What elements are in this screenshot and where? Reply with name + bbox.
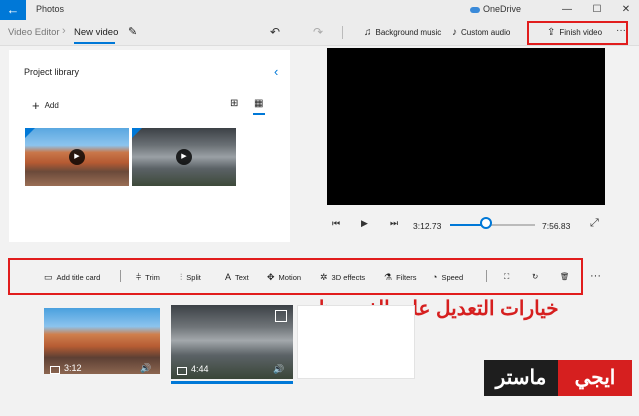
add-title-card-button[interactable]: ▭ Add title card: [44, 272, 100, 283]
background-music-button[interactable]: ♫ Background music: [364, 27, 441, 38]
add-label: Add: [44, 101, 59, 110]
split-icon: ⫶: [180, 272, 183, 282]
music-note-icon: ♫: [364, 27, 372, 38]
skip-forward-icon[interactable]: ⏭: [390, 218, 398, 229]
app-title: Photos: [36, 4, 65, 14]
tools-divider: [120, 270, 121, 282]
play-icon: ▶: [69, 149, 85, 165]
skip-back-icon[interactable]: ⏮: [332, 218, 340, 229]
cloud-icon: [470, 6, 480, 13]
volume-icon[interactable]: 🔊: [273, 364, 284, 375]
selected-corner-icon: [132, 128, 142, 138]
logo-master: ماستر: [484, 360, 558, 396]
more-options-icon[interactable]: ···: [616, 25, 626, 36]
large-grid-view-icon[interactable]: ⊞: [230, 98, 238, 109]
motion-button[interactable]: ✥ Motion: [267, 272, 301, 283]
storyboard-empty-slot[interactable]: [297, 305, 415, 379]
filters-label: Filters: [396, 273, 417, 282]
custom-audio-icon: ♪: [452, 27, 457, 38]
video-preview[interactable]: [327, 48, 605, 205]
end-time: 7:56.83: [542, 221, 571, 231]
redo-icon[interactable]: ↷: [313, 25, 323, 39]
toolbar-divider: [342, 26, 343, 39]
3d-effects-label: 3D effects: [331, 273, 366, 282]
background-music-label: Background music: [375, 28, 442, 37]
breadcrumb-current: New video: [74, 27, 119, 38]
split-button[interactable]: ⫶ Split: [180, 272, 201, 283]
undo-icon[interactable]: ↶: [270, 25, 280, 39]
split-label: Split: [186, 273, 201, 282]
play-icon: ▶: [176, 149, 192, 165]
custom-audio-button[interactable]: ♪ Custom audio: [452, 27, 510, 38]
more-tools-icon[interactable]: ···: [590, 270, 601, 282]
current-time: 3:12.73: [413, 221, 442, 231]
title-card-icon: ▭: [44, 272, 53, 282]
selected-clip-underline: [171, 381, 293, 384]
add-title-card-label: Add title card: [56, 273, 101, 282]
text-icon: A: [225, 272, 232, 282]
logo-egy: ايجي: [558, 360, 632, 396]
clip-duration: 3:12: [64, 363, 82, 373]
resize-icon[interactable]: ⛶: [504, 272, 509, 282]
seek-handle[interactable]: [480, 217, 492, 229]
collapse-chevron-icon[interactable]: ‹: [274, 64, 278, 79]
view-selected-underline: [253, 113, 265, 115]
breadcrumb-separator: ›: [62, 25, 66, 37]
text-button[interactable]: A Text: [225, 272, 249, 282]
speed-label: Speed: [441, 273, 464, 282]
filters-icon: ⚗: [384, 272, 393, 282]
rotate-icon[interactable]: ↻: [532, 272, 538, 281]
storyboard-clip-2[interactable]: 4:44 🔊: [171, 305, 293, 379]
clip-checkbox[interactable]: [275, 310, 287, 322]
clip-type-icon: [177, 367, 187, 375]
onedrive-status[interactable]: OneDrive: [470, 4, 521, 14]
clip-type-icon: [50, 366, 60, 374]
finish-video-highlight: [527, 21, 628, 45]
fullscreen-icon[interactable]: ⤢: [590, 217, 599, 230]
close-button[interactable]: ✕: [619, 2, 633, 18]
volume-icon[interactable]: 🔊: [140, 363, 151, 374]
3d-effects-icon: ✲: [320, 272, 328, 282]
speed-icon: ◔: [432, 272, 438, 282]
breadcrumb-underline: [74, 42, 115, 44]
3d-effects-button[interactable]: ✲ 3D effects: [320, 272, 365, 283]
project-library-title: Project library: [24, 67, 80, 77]
back-button[interactable]: ←: [0, 0, 26, 20]
motion-icon: ✥: [267, 272, 275, 282]
title-bar: [0, 0, 639, 20]
seek-bar[interactable]: [450, 224, 535, 226]
minimize-button[interactable]: —: [560, 2, 574, 18]
rename-pencil-icon[interactable]: ✎: [128, 25, 137, 38]
small-grid-view-icon[interactable]: ▦: [254, 98, 263, 109]
add-media-button[interactable]: + Add: [32, 98, 59, 113]
onedrive-label: OneDrive: [483, 4, 522, 14]
text-label: Text: [235, 273, 249, 282]
speed-button[interactable]: ◔ Speed: [432, 272, 463, 282]
trim-icon: ⫩: [136, 272, 142, 282]
delete-icon[interactable]: 🗑: [560, 272, 570, 281]
custom-audio-label: Custom audio: [461, 28, 511, 37]
maximize-button[interactable]: ☐: [590, 2, 604, 18]
filters-button[interactable]: ⚗ Filters: [384, 272, 417, 283]
clip-duration: 4:44: [191, 364, 209, 374]
trim-button[interactable]: ⫩ Trim: [136, 272, 160, 283]
library-thumbnail-1[interactable]: ▶: [25, 128, 129, 186]
plus-icon: +: [32, 98, 40, 113]
trim-label: Trim: [145, 273, 160, 282]
breadcrumb-video-editor[interactable]: Video Editor: [8, 27, 60, 38]
play-button-icon[interactable]: ▶: [361, 218, 368, 229]
storyboard-clip-1[interactable]: 3:12 🔊: [44, 308, 160, 374]
motion-label: Motion: [278, 273, 302, 282]
tools-divider: [486, 270, 487, 282]
selected-corner-icon: [25, 128, 35, 138]
library-thumbnail-2[interactable]: ▶: [132, 128, 236, 186]
